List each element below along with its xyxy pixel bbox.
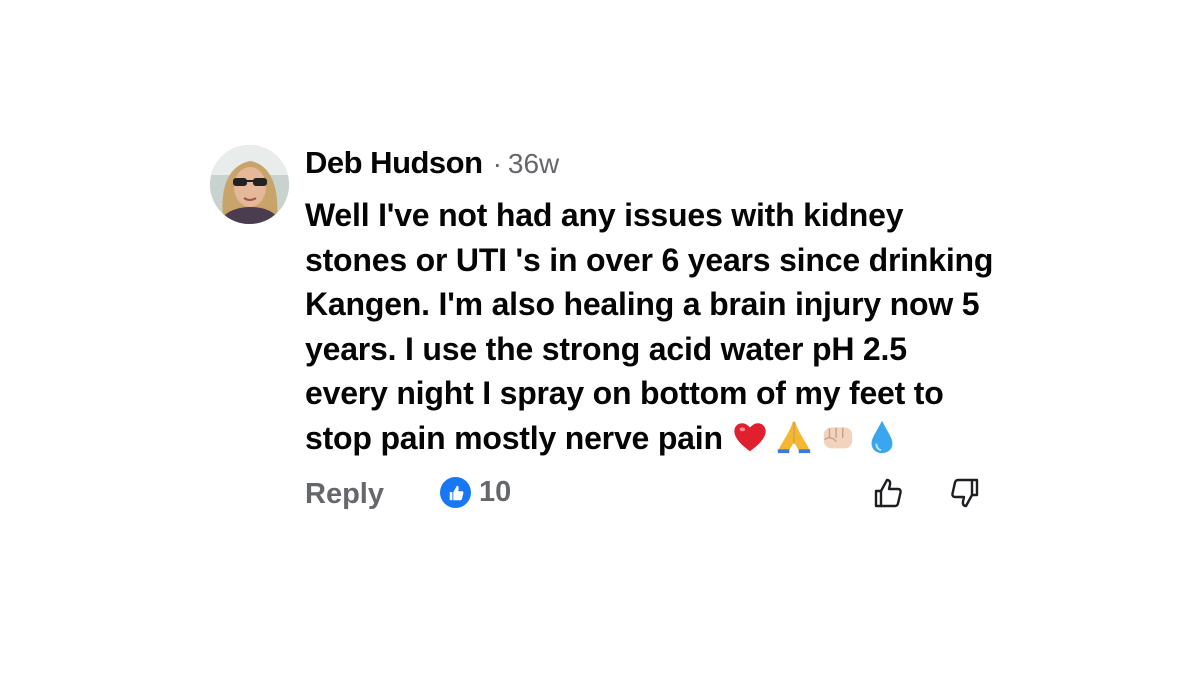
comment-age[interactable]: 36w bbox=[508, 148, 559, 180]
thumbs-up-icon[interactable] bbox=[870, 474, 908, 512]
avatar[interactable] bbox=[210, 145, 289, 224]
droplet-emoji bbox=[871, 420, 893, 453]
folded-hands-emoji bbox=[777, 420, 810, 453]
reaction-count: 10 bbox=[479, 476, 512, 508]
comment-body: Deb Hudson · 36w Well I've not had any i… bbox=[305, 145, 995, 522]
author-name[interactable]: Deb Hudson bbox=[305, 145, 483, 181]
comment-text-block: Well I've not had any issues with kidney… bbox=[305, 193, 995, 460]
fist-emoji bbox=[823, 426, 853, 448]
comment-actions: Reply 10 bbox=[305, 472, 995, 522]
reaction-summary[interactable]: 10 bbox=[440, 476, 511, 509]
comment-meta: Deb Hudson · 36w bbox=[305, 145, 995, 185]
heart-emoji bbox=[734, 422, 766, 451]
thumbs-down-icon[interactable] bbox=[945, 474, 983, 512]
reply-button[interactable]: Reply bbox=[305, 478, 384, 511]
emoji-group bbox=[731, 417, 901, 455]
like-reaction-icon bbox=[440, 477, 471, 508]
avatar-photo bbox=[210, 145, 289, 224]
meta-separator: · bbox=[492, 148, 502, 179]
